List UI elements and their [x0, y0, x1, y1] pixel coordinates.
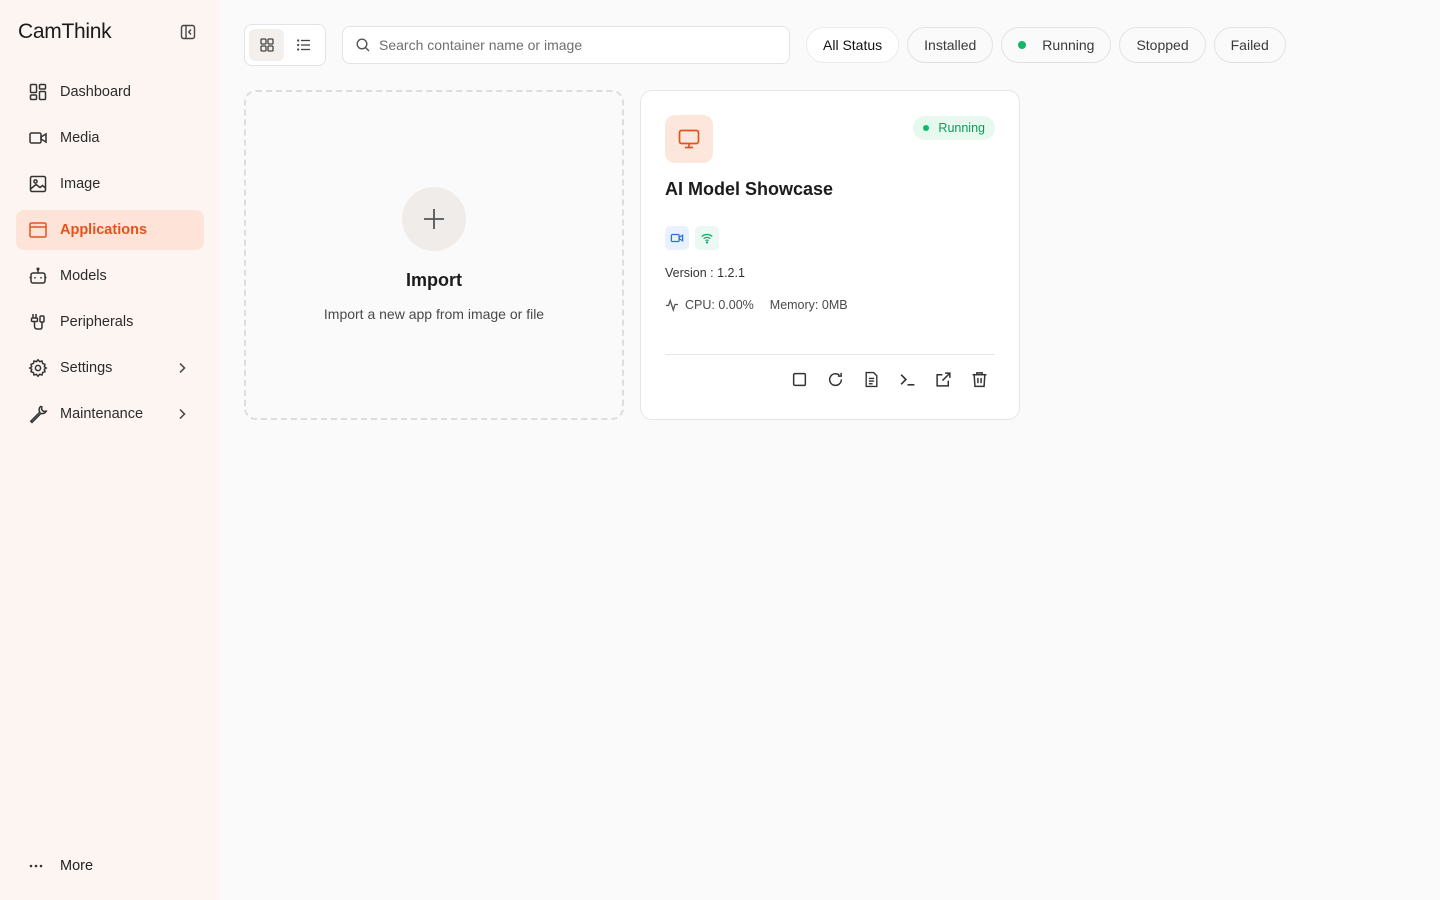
monitor-icon [665, 115, 713, 163]
delete-icon [972, 371, 986, 387]
import-app-card[interactable]: Import Import a new app from image or fi… [244, 90, 624, 420]
import-subtitle: Import a new app from image or file [323, 306, 545, 322]
sidebar-item-applications[interactable]: Applications [16, 210, 204, 250]
sidebar-nav: Dashboard Media Image Applications Model… [16, 72, 204, 440]
video-camera-icon [665, 226, 689, 250]
list-icon [296, 39, 310, 51]
sidebar-item-label: Image [60, 176, 101, 192]
filter-label: Running [1042, 37, 1095, 53]
sidebar-item-label: Models [60, 268, 107, 284]
collapse-sidebar-button[interactable] [178, 22, 198, 42]
gear-icon [28, 358, 48, 378]
sidebar-item-maintenance[interactable]: Maintenance [16, 394, 204, 434]
cpu-usage: CPU: 0.00% [685, 298, 754, 312]
chevron-right-icon [179, 408, 186, 420]
open-external-icon [935, 371, 951, 387]
filter-running[interactable]: Running [1001, 27, 1112, 63]
terminal-icon [900, 373, 914, 386]
plus-icon [402, 187, 466, 251]
stop-icon [792, 372, 806, 386]
sidebar-more-button[interactable]: More [16, 846, 204, 886]
sidebar-item-label: Peripherals [60, 314, 134, 330]
wrench-icon [29, 405, 48, 424]
app-window-icon [29, 222, 47, 238]
running-dot-icon [1018, 41, 1027, 49]
more-label: More [60, 858, 94, 874]
app-actions [789, 369, 989, 389]
sidebar: Cam Think Dashboard Media Image Applicati… [0, 0, 220, 900]
chevron-right-icon [179, 362, 186, 374]
memory-usage: Memory: 0MB [769, 298, 848, 312]
filter-label: Failed [1230, 37, 1269, 53]
search-box [342, 26, 790, 64]
sidebar-item-label: Applications [60, 222, 148, 238]
brand-name-part2: Think [61, 20, 112, 43]
filter-label: Installed [924, 37, 977, 53]
view-mode-toggle [244, 24, 326, 66]
sidebar-item-media[interactable]: Media [16, 118, 204, 158]
robot-icon [29, 267, 47, 284]
sidebar-item-label: Maintenance [60, 406, 144, 422]
sidebar-item-settings[interactable]: Settings [16, 348, 204, 388]
restart-icon [828, 372, 842, 386]
app-title: AI Model Showcase [665, 179, 834, 199]
logs-icon [864, 371, 878, 387]
wifi-icon [695, 226, 719, 250]
capability-badges [665, 226, 719, 250]
sidebar-item-label: Dashboard [60, 84, 131, 100]
restart-button[interactable] [825, 369, 845, 389]
list-view-button[interactable] [286, 29, 321, 61]
card-divider [665, 354, 995, 355]
logs-button[interactable] [861, 369, 881, 389]
sidebar-item-image[interactable]: Image [16, 164, 204, 204]
sidebar-item-peripherals[interactable]: Peripherals [16, 302, 204, 342]
import-title: Import [406, 270, 462, 290]
peripherals-icon [30, 314, 45, 330]
more-dots-icon [29, 864, 43, 868]
filter-installed[interactable]: Installed [907, 27, 994, 63]
sidebar-item-models[interactable]: Models [16, 256, 204, 296]
delete-button[interactable] [969, 369, 989, 389]
status-badge: Running [913, 116, 995, 140]
sidebar-item-label: Settings [60, 360, 113, 376]
app-card[interactable]: Running AI Model Showcase Version : 1.2.… [640, 90, 1020, 420]
terminal-button[interactable] [897, 369, 917, 389]
app-version: Version : 1.2.1 [665, 266, 745, 280]
filter-stopped[interactable]: Stopped [1119, 27, 1206, 63]
filter-label: All Status [823, 37, 883, 53]
dashboard-icon [29, 83, 47, 101]
activity-icon [666, 298, 678, 312]
sidebar-item-dashboard[interactable]: Dashboard [16, 72, 204, 112]
grid-view-button[interactable] [249, 29, 284, 61]
filter-label: Stopped [1136, 37, 1189, 53]
filter-failed[interactable]: Failed [1213, 27, 1286, 63]
search-input[interactable] [379, 37, 779, 53]
open-external-button[interactable] [933, 369, 953, 389]
search-icon [356, 38, 370, 52]
sidebar-collapse-icon [180, 24, 196, 40]
video-camera-icon [29, 132, 47, 144]
resource-metrics: CPU: 0.00% Memory: 0MB [665, 298, 848, 312]
filter-all-status[interactable]: All Status [806, 27, 900, 63]
brand-name-part1: Cam [18, 20, 62, 43]
sidebar-item-label: Media [60, 130, 100, 146]
brand-logo: Cam Think [18, 18, 112, 46]
stop-button[interactable] [789, 369, 809, 389]
image-icon [29, 175, 47, 193]
status-filter-group: All Status Installed Running Stopped Fai… [806, 27, 1286, 63]
grid-icon [259, 38, 274, 52]
